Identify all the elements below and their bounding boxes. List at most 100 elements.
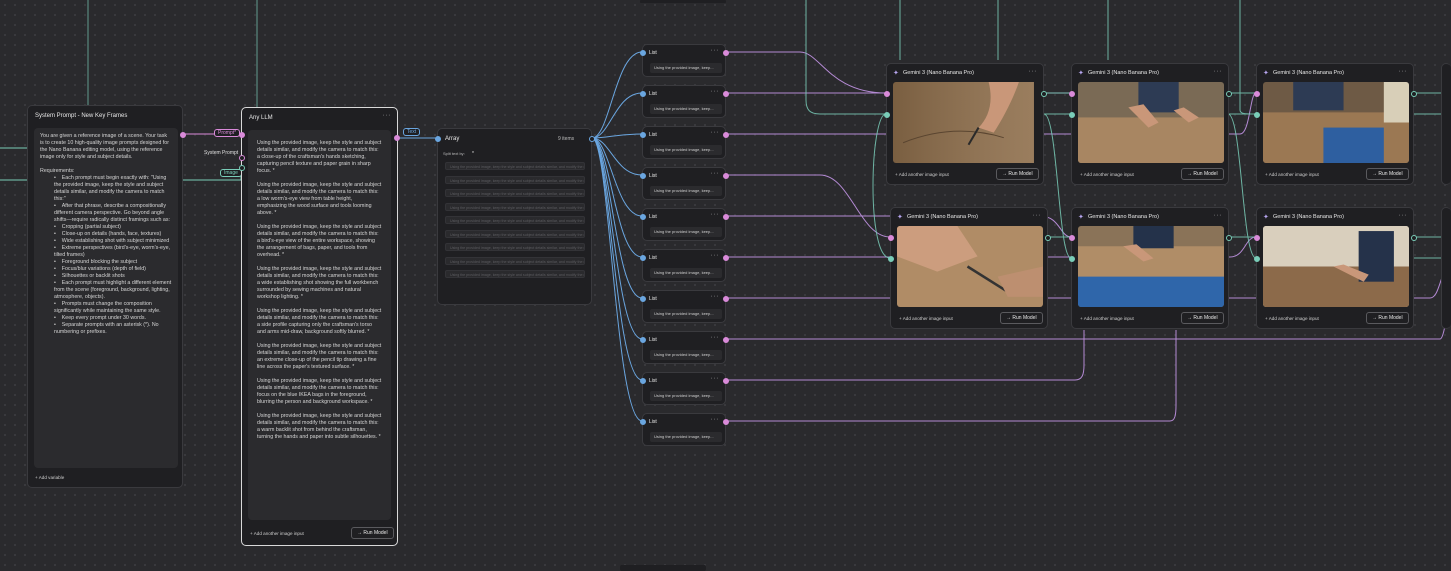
node-menu-icon[interactable]: ··· [711, 252, 720, 259]
node-menu-icon[interactable]: ··· [711, 170, 720, 177]
gemini-prompt-input-port[interactable] [1253, 235, 1260, 241]
node-menu-icon[interactable]: ··· [1214, 68, 1223, 75]
list-input-port[interactable] [639, 255, 646, 261]
list-input-port[interactable] [639, 50, 646, 56]
list-output-port[interactable] [723, 132, 729, 138]
list-node[interactable]: List ··· Using the provided image, keep.… [639, 249, 729, 282]
gemini-prompt-input-port[interactable] [1068, 91, 1075, 97]
gemini-node[interactable]: ✦ Gemini 3 (Nano Banana Pro) ··· + Add a… [883, 63, 1047, 185]
gemini-image-input-port[interactable] [883, 112, 890, 118]
list-value-field[interactable]: Using the provided image, keep... [650, 391, 722, 401]
list-value-field[interactable]: Using the provided image, keep... [650, 268, 722, 278]
system-prompt-textarea[interactable]: You are given a reference image of a sce… [34, 128, 178, 468]
node-menu-icon[interactable]: ··· [1029, 68, 1038, 75]
run-model-button[interactable]: → Run Model [1366, 312, 1409, 324]
gemini-node-partial[interactable] [1441, 207, 1451, 329]
list-value-field[interactable]: Using the provided image, keep... [650, 350, 722, 360]
array-input-port[interactable] [434, 136, 441, 142]
list-node[interactable]: List ··· Using the provided image, keep.… [639, 85, 729, 118]
array-node[interactable]: Array 9 items Split text by: * Using the… [434, 128, 595, 305]
node-menu-icon[interactable]: ··· [711, 293, 720, 300]
gemini-image-input-port[interactable] [1068, 112, 1075, 118]
array-item[interactable]: Using the provided image, keep the style… [445, 202, 585, 211]
run-model-button[interactable]: → Run Model [1366, 168, 1409, 180]
list-input-port[interactable] [639, 132, 646, 138]
list-output-port[interactable] [723, 50, 729, 56]
generated-image[interactable] [897, 226, 1043, 307]
list-node[interactable]: List ··· Using the provided image, keep.… [639, 413, 729, 446]
llm-image-input-port[interactable] [238, 165, 245, 171]
llm-output-text[interactable]: Using the provided image, keep the style… [248, 130, 391, 520]
generated-image[interactable] [1078, 226, 1224, 307]
list-value-field[interactable]: Using the provided image, keep... [650, 309, 722, 319]
gemini-output-port[interactable] [1041, 91, 1047, 97]
list-input-port[interactable] [639, 419, 646, 425]
gemini-output-port[interactable] [1411, 235, 1417, 241]
gemini-output-port[interactable] [1045, 235, 1051, 241]
array-item[interactable]: Using the provided image, keep the style… [445, 256, 585, 265]
array-output-port[interactable] [589, 136, 595, 142]
run-model-button[interactable]: → Run Model [1181, 312, 1224, 324]
array-item[interactable]: Using the provided image, keep the style… [445, 162, 585, 170]
gemini-output-port[interactable] [1226, 91, 1232, 97]
list-node[interactable]: List ··· Using the provided image, keep.… [639, 331, 729, 364]
llm-system-input-port[interactable] [238, 155, 245, 161]
list-input-port[interactable] [639, 337, 646, 343]
add-variable-button[interactable]: + Add variable [35, 475, 64, 480]
node-menu-icon[interactable]: ··· [1399, 68, 1408, 75]
gemini-node[interactable]: ✦ Gemini 3 (Nano Banana Pro) ··· + Add a… [1068, 207, 1232, 329]
gemini-image-input-port[interactable] [1068, 256, 1075, 262]
list-node[interactable]: List ··· Using the provided image, keep.… [639, 126, 729, 159]
gemini-node[interactable]: ✦ Gemini 3 (Nano Banana Pro) ··· + Add a… [1253, 207, 1417, 329]
list-value-field[interactable]: Using the provided image, keep... [650, 186, 722, 196]
list-input-port[interactable] [639, 296, 646, 302]
array-item[interactable]: Using the provided image, keep the style… [445, 175, 585, 184]
array-item[interactable]: Using the provided image, keep the style… [445, 229, 585, 238]
gemini-node[interactable]: ✦ Gemini 3 (Nano Banana Pro) ··· + Add a… [887, 207, 1051, 329]
gemini-prompt-input-port[interactable] [1068, 235, 1075, 241]
list-value-field[interactable]: Using the provided image, keep... [650, 63, 722, 73]
node-menu-icon[interactable]: ··· [1399, 212, 1408, 219]
list-output-port[interactable] [723, 214, 729, 220]
list-input-port[interactable] [639, 173, 646, 179]
gemini-prompt-input-port[interactable] [1253, 91, 1260, 97]
gemini-node[interactable]: ✦ Gemini 3 (Nano Banana Pro) ··· + Add a… [1068, 63, 1232, 185]
run-model-button[interactable]: → Run Model [351, 527, 394, 539]
array-item[interactable]: Using the provided image, keep the style… [445, 189, 585, 197]
system-prompt-node[interactable]: System Prompt - New Key Frames You are g… [27, 105, 186, 488]
generated-image[interactable] [1263, 226, 1409, 307]
gemini-node[interactable]: ✦ Gemini 3 (Nano Banana Pro) ··· + Add a… [1253, 63, 1417, 185]
list-output-port[interactable] [723, 337, 729, 343]
llm-prompt-input-port[interactable] [238, 132, 245, 138]
node-menu-icon[interactable]: ··· [711, 211, 720, 218]
add-image-input-button[interactable]: + Add another image input [895, 172, 949, 177]
list-value-field[interactable]: Using the provided image, keep... [650, 432, 722, 442]
gemini-prompt-input-port[interactable] [887, 235, 894, 241]
list-value-field[interactable]: Using the provided image, keep... [650, 104, 722, 114]
add-image-input-button[interactable]: + Add another image input [1265, 316, 1319, 321]
list-node[interactable]: List ··· Using the provided image, keep.… [639, 44, 729, 77]
node-menu-icon[interactable]: ··· [711, 334, 720, 341]
add-image-input-button[interactable]: + Add another image input [1265, 172, 1319, 177]
node-menu-icon[interactable]: ··· [1033, 212, 1042, 219]
generated-image[interactable] [893, 82, 1039, 163]
node-menu-icon[interactable]: ··· [711, 375, 720, 382]
list-value-field[interactable]: Using the provided image, keep... [650, 145, 722, 155]
list-input-port[interactable] [639, 378, 646, 384]
list-node[interactable]: List ··· Using the provided image, keep.… [639, 208, 729, 241]
add-image-input-button[interactable]: + Add another image input [1080, 172, 1134, 177]
run-model-button[interactable]: → Run Model [1181, 168, 1224, 180]
list-output-port[interactable] [723, 419, 729, 425]
list-node[interactable]: List ··· Using the provided image, keep.… [639, 372, 729, 405]
list-input-port[interactable] [639, 91, 646, 97]
split-value[interactable]: * [472, 151, 474, 157]
system-prompt-output-port[interactable] [180, 132, 186, 138]
node-menu-icon[interactable]: ··· [711, 416, 720, 423]
array-item[interactable]: Using the provided image, keep the style… [445, 243, 585, 251]
gemini-image-input-port[interactable] [887, 256, 894, 262]
llm-text-output-port[interactable] [394, 135, 400, 141]
node-menu-icon[interactable]: ··· [383, 112, 392, 119]
gemini-prompt-input-port[interactable] [883, 91, 890, 97]
list-output-port[interactable] [723, 91, 729, 97]
gemini-node-partial[interactable] [1441, 63, 1451, 185]
